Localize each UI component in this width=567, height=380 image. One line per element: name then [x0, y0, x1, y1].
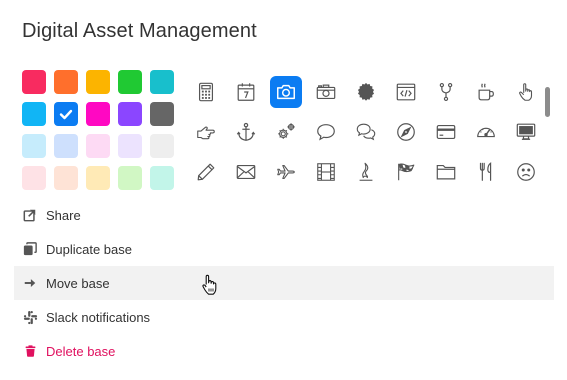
color-swatch-yellow[interactable]: [86, 70, 110, 94]
chat-bubbles-icon[interactable]: [350, 116, 382, 148]
color-swatch-light-orange[interactable]: [54, 166, 78, 190]
base-title: Digital Asset Management: [22, 20, 257, 42]
folder-icon[interactable]: [430, 156, 462, 188]
color-swatch-light-cyan[interactable]: [22, 134, 46, 158]
menu-item-label: Move base: [46, 275, 110, 291]
menu-item-duplicate-base[interactable]: Duplicate base: [14, 232, 554, 266]
color-swatch-light-red[interactable]: [22, 166, 46, 190]
menu-item-delete-base[interactable]: Delete base: [14, 334, 554, 368]
flag-checkered-icon[interactable]: [390, 156, 422, 188]
menu-item-move-base[interactable]: Move base: [14, 266, 554, 300]
color-swatch-light-yellow[interactable]: [86, 166, 110, 190]
color-swatch-light-gray[interactable]: [150, 134, 174, 158]
fire-icon[interactable]: [350, 156, 382, 188]
color-swatch-red[interactable]: [22, 70, 46, 94]
slack-icon: [22, 309, 38, 325]
color-swatch-light-teal[interactable]: [150, 166, 174, 190]
menu-item-label: Share: [46, 207, 81, 223]
gears-icon[interactable]: [270, 116, 302, 148]
coffee-icon[interactable]: [470, 76, 502, 108]
color-swatch-light-purple[interactable]: [118, 134, 142, 158]
color-swatch-blue[interactable]: [54, 102, 78, 126]
icon-grid-scrollbar[interactable]: [545, 87, 550, 117]
color-swatch-purple[interactable]: [118, 102, 142, 126]
color-swatch-teal[interactable]: [150, 70, 174, 94]
color-swatch-green[interactable]: [118, 70, 142, 94]
code-window-icon[interactable]: [390, 76, 422, 108]
menu-item-share[interactable]: Share: [14, 198, 554, 232]
cutlery-icon[interactable]: [470, 156, 502, 188]
color-swatch-gray[interactable]: [150, 102, 174, 126]
trash-icon: [22, 343, 38, 359]
envelope-icon[interactable]: [230, 156, 262, 188]
menu-item-label: Duplicate base: [46, 241, 132, 257]
dashboard-icon[interactable]: [470, 116, 502, 148]
compass-icon[interactable]: [390, 116, 422, 148]
film-icon[interactable]: [310, 156, 342, 188]
speech-bubble-icon[interactable]: [310, 116, 342, 148]
arrow-right-icon: [22, 275, 38, 291]
color-swatch-pink[interactable]: [86, 102, 110, 126]
duplicate-icon: [22, 241, 38, 257]
pencil-icon[interactable]: [190, 156, 222, 188]
anchor-icon[interactable]: [230, 116, 262, 148]
share-icon: [22, 207, 38, 223]
desktop-icon[interactable]: [510, 116, 542, 148]
pointer-hand-icon[interactable]: [510, 76, 542, 108]
frown-icon[interactable]: [510, 156, 542, 188]
credit-card-icon[interactable]: [430, 116, 462, 148]
color-swatch-light-pink[interactable]: [86, 134, 110, 158]
menu-item-label: Delete base: [46, 343, 116, 359]
hand-right-icon[interactable]: [190, 116, 222, 148]
certificate-icon[interactable]: [350, 76, 382, 108]
color-swatch-cyan[interactable]: [22, 102, 46, 126]
code-fork-icon[interactable]: [430, 76, 462, 108]
hand-cursor-icon: [202, 274, 217, 295]
base-options-popover: Digital Asset Management Share Duplicate…: [0, 0, 567, 380]
menu-item-slack-notifications[interactable]: Slack notifications: [14, 300, 554, 334]
camera-retro-icon[interactable]: [310, 76, 342, 108]
menu-item-label: Slack notifications: [46, 309, 151, 325]
airplane-icon[interactable]: [270, 156, 302, 188]
calculator-icon[interactable]: [190, 76, 222, 108]
camera-icon[interactable]: [270, 76, 302, 108]
color-swatch-light-green[interactable]: [118, 166, 142, 190]
color-swatch-light-blue[interactable]: [54, 134, 78, 158]
check-icon: [59, 109, 73, 120]
calendar-icon[interactable]: [230, 76, 262, 108]
color-swatch-orange[interactable]: [54, 70, 78, 94]
